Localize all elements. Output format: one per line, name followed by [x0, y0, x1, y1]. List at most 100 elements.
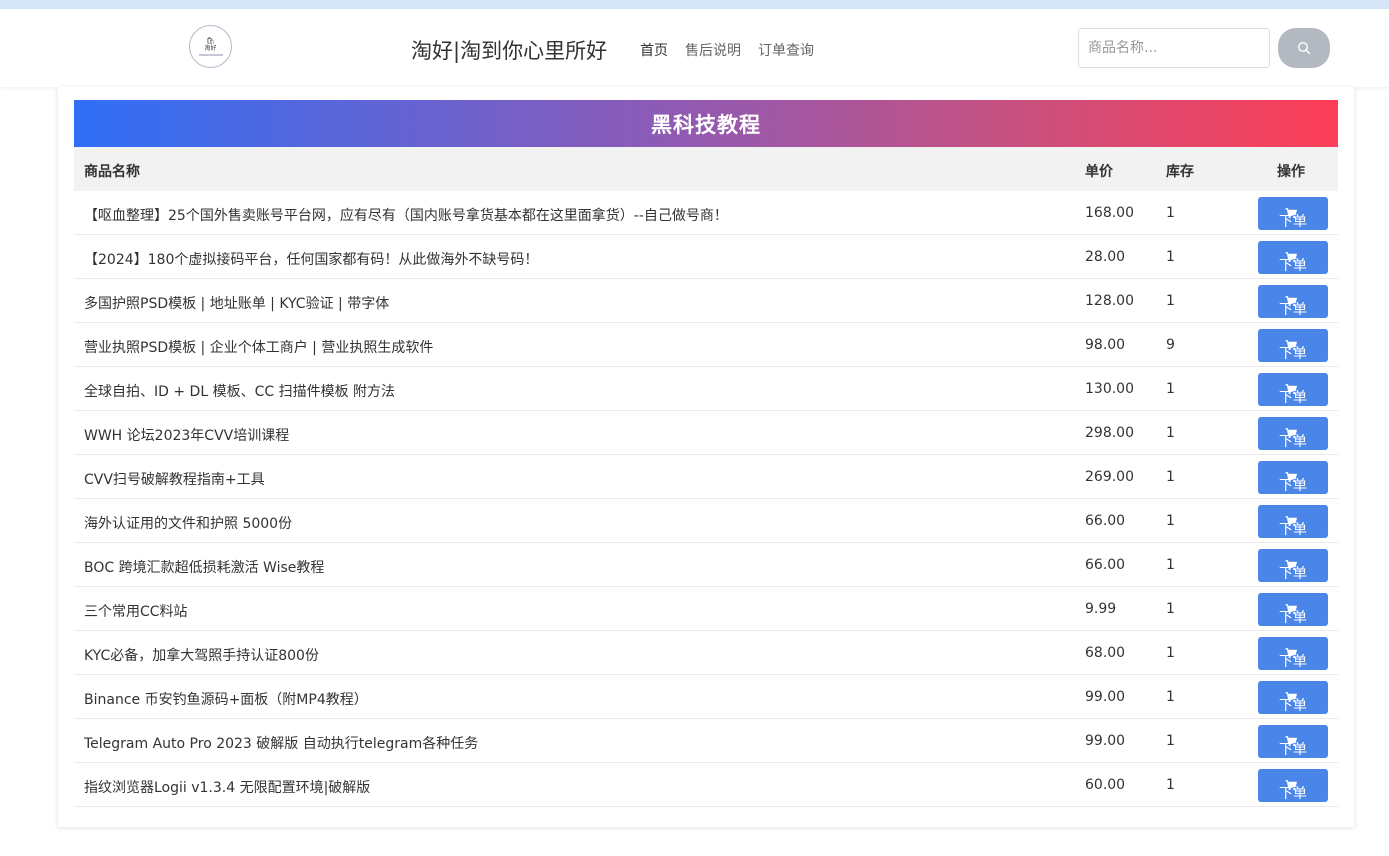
product-price: 9.99 [1085, 601, 1117, 617]
product-stock: 1 [1166, 645, 1175, 661]
product-stock: 1 [1166, 777, 1175, 793]
product-price: 269.00 [1085, 469, 1134, 485]
product-name[interactable]: 海外认证用的文件和护照 5000份 [84, 513, 292, 533]
order-button[interactable]: 下单 [1258, 417, 1328, 450]
product-price: 99.00 [1085, 733, 1126, 749]
product-stock: 1 [1166, 381, 1175, 397]
top-strip [0, 0, 1389, 9]
search-button[interactable] [1278, 28, 1330, 68]
search-icon [1297, 41, 1311, 55]
order-button-label: 下单 [1279, 434, 1307, 450]
product-name[interactable]: Binance 币安钓鱼源码+面板（附MP4教程） [84, 689, 368, 709]
product-name[interactable]: 指纹浏览器Logii v1.3.4 无限配置环境|破解版 [84, 777, 370, 797]
product-price: 66.00 [1085, 557, 1126, 573]
product-stock: 1 [1166, 733, 1175, 749]
product-price: 298.00 [1085, 425, 1134, 441]
table-row: 全球自拍、ID + DL 模板、CC 扫描件模板 附方法 130.00 1 下单 [74, 367, 1338, 411]
product-name[interactable]: CVV扫号破解教程指南+工具 [84, 469, 265, 489]
product-stock: 1 [1166, 513, 1175, 529]
product-price: 60.00 [1085, 777, 1126, 793]
table-header: 商品名称 单价 库存 操作 [74, 147, 1338, 191]
order-button-label: 下单 [1279, 214, 1307, 230]
order-button[interactable]: 下单 [1258, 197, 1328, 230]
column-header-stock: 库存 [1166, 164, 1194, 180]
table-row: CVV扫号破解教程指南+工具 269.00 1 下单 [74, 455, 1338, 499]
product-price: 128.00 [1085, 293, 1134, 309]
product-table: 商品名称 单价 库存 操作 【呕血整理】25个国外售卖账号平台网，应有尽有（国内… [74, 147, 1338, 807]
order-button-label: 下单 [1279, 478, 1307, 494]
product-name[interactable]: 【2024】180个虚拟接码平台，任何国家都有码！从此做海外不缺号码！ [84, 249, 538, 269]
table-row: Telegram Auto Pro 2023 破解版 自动执行telegram各… [74, 719, 1338, 763]
search-input[interactable] [1078, 28, 1270, 68]
order-button-label: 下单 [1279, 346, 1307, 362]
table-body: 【呕血整理】25个国外售卖账号平台网，应有尽有（国内账号拿货基本都在这里面拿货）… [74, 191, 1338, 807]
order-button-label: 下单 [1279, 302, 1307, 318]
product-name[interactable]: BOC 跨境汇款超低损耗激活 Wise教程 [84, 557, 324, 577]
order-button[interactable]: 下单 [1258, 725, 1328, 758]
logo-text: 淘好 [204, 45, 217, 52]
product-price: 168.00 [1085, 205, 1134, 221]
product-card: 黑科技教程 商品名称 单价 库存 操作 【呕血整理】25个国外售卖账号平台网，应… [58, 87, 1354, 827]
product-stock: 9 [1166, 337, 1175, 353]
product-name[interactable]: Telegram Auto Pro 2023 破解版 自动执行telegram各… [84, 733, 478, 753]
product-stock: 1 [1166, 425, 1175, 441]
order-button[interactable]: 下单 [1258, 241, 1328, 274]
category-banner: 黑科技教程 [74, 100, 1338, 147]
product-stock: 1 [1166, 205, 1175, 221]
column-header-action: 操作 [1277, 164, 1305, 180]
order-button-label: 下单 [1279, 390, 1307, 406]
order-button[interactable]: 下单 [1258, 681, 1328, 714]
product-price: 130.00 [1085, 381, 1134, 397]
product-stock: 1 [1166, 601, 1175, 617]
site-logo[interactable]: 🛍 淘好 [189, 25, 232, 68]
product-name[interactable]: 营业执照PSD模板 | 企业个体工商户 | 营业执照生成软件 [84, 337, 433, 357]
order-button-label: 下单 [1279, 522, 1307, 538]
navbar: 🛍 淘好 淘好|淘到你心里所好 首页 售后说明 订单查询 [0, 9, 1389, 87]
table-row: KYC必备，加拿大驾照手持认证800份 68.00 1 下单 [74, 631, 1338, 675]
category-title: 黑科技教程 [651, 112, 761, 137]
order-button[interactable]: 下单 [1258, 329, 1328, 362]
table-row: WWH 论坛2023年CVV培训课程 298.00 1 下单 [74, 411, 1338, 455]
order-button-label: 下单 [1279, 742, 1307, 758]
product-name[interactable]: 【呕血整理】25个国外售卖账号平台网，应有尽有（国内账号拿货基本都在这里面拿货）… [84, 205, 728, 225]
order-button[interactable]: 下单 [1258, 285, 1328, 318]
product-name[interactable]: 三个常用CC料站 [84, 601, 188, 621]
product-stock: 1 [1166, 689, 1175, 705]
table-row: 【2024】180个虚拟接码平台，任何国家都有码！从此做海外不缺号码！ 28.00… [74, 235, 1338, 279]
product-price: 66.00 [1085, 513, 1126, 529]
table-row: 【呕血整理】25个国外售卖账号平台网，应有尽有（国内账号拿货基本都在这里面拿货）… [74, 191, 1338, 235]
product-name[interactable]: WWH 论坛2023年CVV培训课程 [84, 425, 289, 445]
nav-order-query[interactable]: 订单查询 [758, 40, 814, 60]
order-button[interactable]: 下单 [1258, 505, 1328, 538]
table-row: BOC 跨境汇款超低损耗激活 Wise教程 66.00 1 下单 [74, 543, 1338, 587]
site-title[interactable]: 淘好|淘到你心里所好 [411, 35, 607, 65]
order-button[interactable]: 下单 [1258, 373, 1328, 406]
table-row: 海外认证用的文件和护照 5000份 66.00 1 下单 [74, 499, 1338, 543]
nav-after-sales[interactable]: 售后说明 [685, 40, 741, 60]
order-button-label: 下单 [1279, 610, 1307, 626]
nav-home[interactable]: 首页 [640, 40, 668, 60]
logo-mark-icon: 🛍 [206, 37, 215, 45]
order-button-label: 下单 [1279, 566, 1307, 582]
order-button[interactable]: 下单 [1258, 769, 1328, 802]
product-stock: 1 [1166, 293, 1175, 309]
column-header-price: 单价 [1085, 164, 1113, 180]
product-price: 98.00 [1085, 337, 1126, 353]
table-row: 营业执照PSD模板 | 企业个体工商户 | 营业执照生成软件 98.00 9 下单 [74, 323, 1338, 367]
order-button[interactable]: 下单 [1258, 593, 1328, 626]
order-button-label: 下单 [1279, 654, 1307, 670]
product-stock: 1 [1166, 557, 1175, 573]
product-name[interactable]: KYC必备，加拿大驾照手持认证800份 [84, 645, 319, 665]
product-name[interactable]: 全球自拍、ID + DL 模板、CC 扫描件模板 附方法 [84, 381, 395, 401]
order-button-label: 下单 [1279, 258, 1307, 274]
product-price: 28.00 [1085, 249, 1126, 265]
product-price: 99.00 [1085, 689, 1126, 705]
order-button[interactable]: 下单 [1258, 637, 1328, 670]
product-name[interactable]: 多国护照PSD模板 | 地址账单 | KYC验证 | 带字体 [84, 293, 389, 313]
product-price: 68.00 [1085, 645, 1126, 661]
order-button[interactable]: 下单 [1258, 549, 1328, 582]
table-row: 三个常用CC料站 9.99 1 下单 [74, 587, 1338, 631]
logo-underline [198, 54, 223, 56]
order-button[interactable]: 下单 [1258, 461, 1328, 494]
table-row: Binance 币安钓鱼源码+面板（附MP4教程） 99.00 1 下单 [74, 675, 1338, 719]
